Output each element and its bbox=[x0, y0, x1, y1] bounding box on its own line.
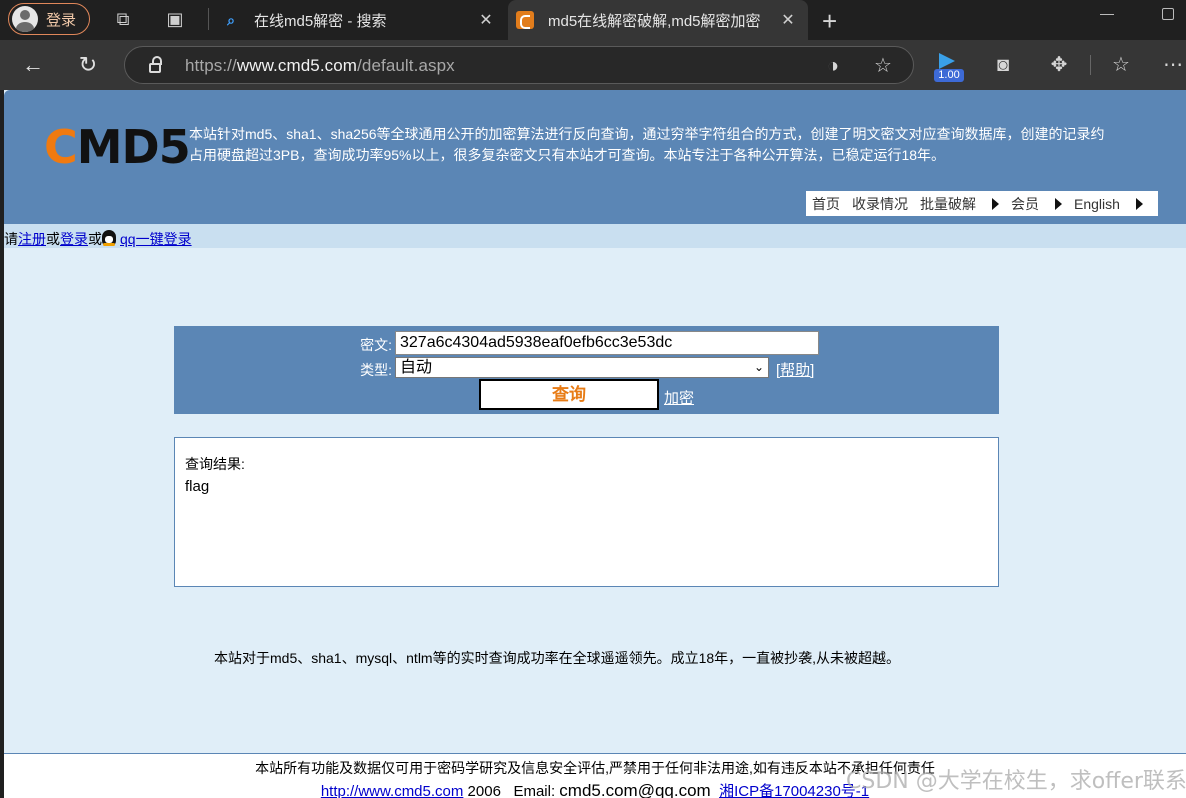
encrypt-link[interactable]: 加密 bbox=[664, 387, 694, 408]
result-value: flag bbox=[185, 478, 210, 495]
profile-label: 登录 bbox=[46, 11, 77, 29]
cipher-input[interactable]: 327a6c4304ad5938eaf0efb6cc3e53dc bbox=[395, 331, 819, 355]
result-box: 查询结果: flag bbox=[174, 437, 999, 587]
intro-line: 占用硬盘超过3PB，查询成功率95%以上，很多复杂密文只有本站才可查询。本站专注… bbox=[189, 147, 946, 163]
chevron-down-icon: ⌄ bbox=[753, 360, 764, 374]
caret-right-icon bbox=[1055, 197, 1062, 210]
result-title: 查询结果: bbox=[185, 456, 245, 472]
lock-icon[interactable] bbox=[149, 56, 162, 73]
intro-line: 本站针对md5、sha1、sha256等全球通用公开的加密算法进行反向查询，通过… bbox=[189, 126, 1105, 142]
workspaces-icon[interactable]: ⧉ bbox=[112, 8, 134, 30]
caret-right-icon bbox=[1135, 197, 1143, 210]
tab-title: md5在线解密破解,md5解密加密 bbox=[548, 12, 761, 30]
tab-cmd5[interactable]: md5在线解密破解,md5解密加密 ✕ bbox=[508, 0, 808, 40]
zoom-icon[interactable] bbox=[939, 53, 955, 69]
login-link[interactable]: 登录 bbox=[60, 231, 88, 247]
read-aloud-icon[interactable]: ◑ bbox=[821, 54, 845, 78]
extensions-puzzle-icon[interactable]: ✥ bbox=[1046, 52, 1072, 78]
profile-button[interactable]: 登录 bbox=[8, 3, 90, 35]
site-header: CMD5 本站针对md5、sha1、sha256等全球通用公开的加密算法进行反向… bbox=[4, 90, 1186, 224]
help-link[interactable]: [帮助] bbox=[776, 359, 814, 380]
zoom-level: 1.00 bbox=[934, 69, 964, 82]
search-icon: ⌕ bbox=[227, 11, 235, 28]
qq-icon bbox=[102, 230, 116, 246]
back-icon[interactable]: ← bbox=[20, 52, 46, 78]
more-menu-icon[interactable]: ⋯ bbox=[1160, 52, 1186, 78]
extension-glasses-icon[interactable]: ◙ bbox=[990, 52, 1016, 78]
page: CMD5 本站针对md5、sha1、sha256等全球通用公开的加密算法进行反向… bbox=[4, 90, 1186, 798]
browser-tab-bar: 登录 ⧉ ▣ ⌕ 在线md5解密 - 搜索 ✕ md5在线解密破解,md5解密加… bbox=[0, 0, 1186, 40]
toolbar-separator bbox=[1090, 55, 1091, 75]
tab-separator bbox=[208, 8, 209, 30]
close-icon[interactable]: ✕ bbox=[474, 10, 498, 30]
caret-right-icon bbox=[992, 197, 999, 210]
tab-actions-icon[interactable]: ▣ bbox=[164, 8, 186, 30]
footer-year: 2006 bbox=[467, 783, 501, 798]
login-bar: 请注册或登录或 qq一键登录 bbox=[4, 224, 1186, 248]
refresh-icon[interactable]: ↻ bbox=[75, 52, 101, 78]
tab-search[interactable]: ⌕ 在线md5解密 - 搜索 ✕ bbox=[214, 0, 506, 40]
footer-email: cmd5.com@qq.com bbox=[559, 781, 711, 798]
cipher-label: 密文: bbox=[360, 337, 392, 353]
nav-member[interactable]: 会员 bbox=[1011, 194, 1062, 214]
tab-title: 在线md5解密 - 搜索 bbox=[254, 12, 387, 30]
query-form: 密文: 327a6c4304ad5938eaf0efb6cc3e53dc 类型:… bbox=[174, 326, 999, 414]
register-link[interactable]: 注册 bbox=[18, 231, 46, 247]
footer-site-link[interactable]: http://www.cmd5.com bbox=[321, 783, 464, 798]
minimize-icon[interactable] bbox=[1100, 14, 1114, 15]
nav-collection[interactable]: 收录情况 bbox=[852, 194, 908, 214]
favorite-star-icon[interactable]: ☆ bbox=[871, 54, 895, 78]
top-nav: 首页 收录情况 批量破解 会员 English bbox=[806, 191, 1158, 216]
new-tab-button[interactable]: + bbox=[822, 6, 837, 37]
maximize-icon[interactable] bbox=[1162, 8, 1174, 20]
nav-batch[interactable]: 批量破解 bbox=[920, 194, 999, 214]
cmd5-favicon-icon bbox=[516, 11, 534, 29]
avatar-icon bbox=[12, 6, 38, 32]
qq-login-link[interactable]: qq一键登录 bbox=[120, 231, 192, 247]
close-icon[interactable]: ✕ bbox=[776, 10, 800, 30]
favorites-icon[interactable]: ☆ bbox=[1108, 52, 1134, 78]
address-bar[interactable]: https://www.cmd5.com/default.aspx ◑ ☆ bbox=[124, 46, 914, 84]
type-label: 类型: bbox=[360, 362, 392, 378]
url-text[interactable]: https://www.cmd5.com/default.aspx bbox=[185, 56, 455, 76]
type-select[interactable]: 自动 ⌄ bbox=[395, 357, 769, 378]
site-claim: 本站对于md5、sha1、mysql、ntlm等的实时查询成功率在全球遥遥领先。… bbox=[214, 650, 901, 666]
query-button[interactable]: 查询 bbox=[479, 379, 659, 410]
site-logo[interactable]: CMD5 bbox=[44, 120, 191, 174]
site-intro: 本站针对md5、sha1、sha256等全球通用公开的加密算法进行反向查询，通过… bbox=[189, 124, 1186, 166]
footer-email-label: Email: bbox=[513, 783, 556, 798]
watermark: CSDN @大学在校生，求offer联系 bbox=[846, 769, 1186, 794]
nav-home[interactable]: 首页 bbox=[812, 194, 840, 214]
nav-english[interactable]: English bbox=[1074, 196, 1143, 212]
